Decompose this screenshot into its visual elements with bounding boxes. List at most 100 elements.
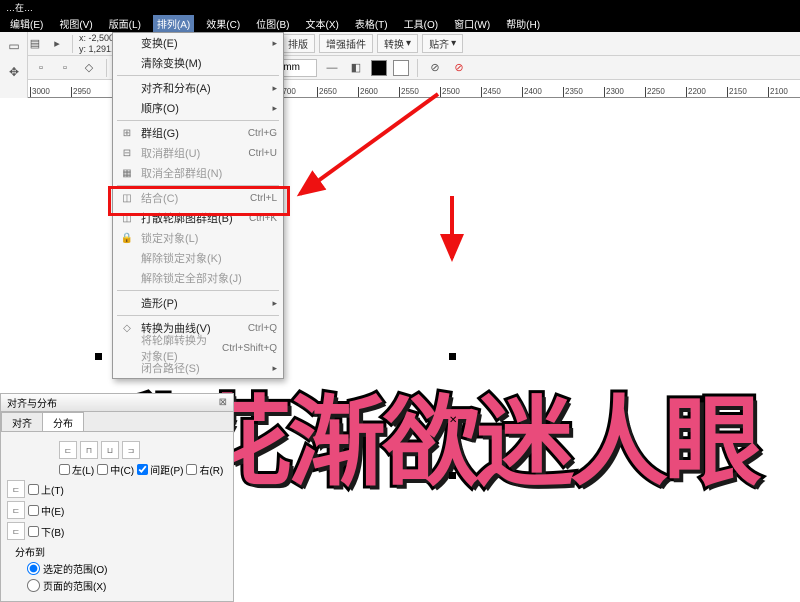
menu-item-label: 群组(G) — [141, 125, 242, 141]
tab-align[interactable]: 对齐 — [1, 412, 43, 431]
menu-item-label: 锁定对象(L) — [141, 230, 277, 246]
submenu-arrow-icon: ▸ — [272, 38, 277, 49]
handle-nw[interactable] — [95, 353, 102, 360]
distribute-scope-radio[interactable]: 选定的范围(O) — [27, 561, 227, 576]
handle-s[interactable] — [449, 472, 456, 479]
menu-工具(O)[interactable]: 工具(O) — [400, 15, 442, 32]
menu-item-shortcut: Ctrl+U — [248, 148, 277, 159]
layout-button[interactable]: 排版 — [281, 34, 315, 53]
menu-item-icon: ◇ — [119, 323, 135, 334]
menu-item[interactable]: ⊞ 群组(G) Ctrl+G — [113, 123, 283, 143]
convert-button[interactable]: 转换 ▾ — [377, 34, 418, 53]
style-icon[interactable]: — — [323, 59, 341, 77]
dist-check[interactable]: 上(T) — [28, 482, 64, 497]
handle-center[interactable]: ✕ — [449, 415, 456, 422]
snapto-button[interactable]: 贴齐 ▾ — [422, 34, 463, 53]
separator — [417, 59, 418, 77]
menu-排列(A)[interactable]: 排列(A) — [153, 15, 194, 32]
menu-item-label: 取消全部群组(N) — [141, 165, 277, 181]
menu-item-label: 造形(P) — [141, 295, 266, 311]
menu-separator — [117, 185, 279, 186]
menu-版面(L)[interactable]: 版面(L) — [105, 15, 145, 32]
handle-n[interactable] — [449, 353, 456, 360]
pick-tool[interactable]: ▭ — [2, 34, 26, 58]
menu-item-label: 清除变换(M) — [141, 55, 277, 71]
menu-item-shortcut: Ctrl+L — [250, 193, 277, 204]
dist-check[interactable]: 中(C) — [97, 462, 134, 477]
open-icon[interactable]: ▤ — [26, 35, 44, 53]
menu-item-label: 取消群组(U) — [141, 145, 242, 161]
menu-效果(C)[interactable]: 效果(C) — [202, 15, 244, 32]
radio[interactable] — [27, 579, 40, 592]
arrow-icon[interactable]: ▸ — [48, 35, 66, 53]
menu-窗口(W)[interactable]: 窗口(W) — [450, 15, 494, 32]
color-swatch-white[interactable] — [393, 60, 409, 76]
panel-body: ⊏ ⊓ ⊔ ⊐ 左(L)中(C)间距(P)右(R) ⊏ 上(T)⊏ 中(E)⊏ … — [1, 432, 233, 601]
menu-编辑(E)[interactable]: 编辑(E) — [6, 15, 47, 32]
menu-item-shortcut: Ctrl+G — [248, 128, 277, 139]
menu-item-label: 解除锁定对象(K) — [141, 250, 277, 266]
ruler-tick: 2150 — [727, 87, 747, 97]
distribute-scope-radio[interactable]: 页面的范围(X) — [27, 578, 227, 593]
menu-文本(X)[interactable]: 文本(X) — [302, 15, 343, 32]
panel-tabs: 对齐 分布 — [1, 412, 233, 432]
checkbox[interactable] — [137, 464, 148, 475]
menu-item-icon: ◫ — [119, 193, 135, 204]
menu-item[interactable]: 顺序(O) ▸ — [113, 98, 283, 118]
menu-表格(T)[interactable]: 表格(T) — [351, 15, 392, 32]
stop-icon[interactable]: ⊘ — [450, 59, 468, 77]
menu-item-label: 解除锁定全部对象(J) — [141, 270, 277, 286]
separator — [72, 35, 73, 53]
align-center-icon[interactable]: ▫ — [32, 59, 50, 77]
dist-hgap-icon[interactable]: ⊔ — [101, 441, 119, 459]
menu-item-shortcut: Ctrl+Q — [248, 323, 277, 334]
menu-item-label: 对齐和分布(A) — [141, 80, 266, 96]
dist-check[interactable]: 右(R) — [186, 462, 223, 477]
align-right-icon[interactable]: ▫ — [56, 59, 74, 77]
checkbox[interactable] — [28, 484, 39, 495]
menu-item-shortcut: Ctrl+K — [249, 213, 277, 224]
palette-icon[interactable]: ◧ — [347, 59, 365, 77]
ruler-tick: 2400 — [522, 87, 542, 97]
checkbox[interactable] — [97, 464, 108, 475]
tab-distribute[interactable]: 分布 — [42, 412, 84, 431]
menu-帮助(H)[interactable]: 帮助(H) — [502, 15, 544, 32]
none-icon[interactable]: ⊘ — [426, 59, 444, 77]
dist-v-icon[interactable]: ⊏ — [7, 501, 25, 519]
menu-视图(V)[interactable]: 视图(V) — [55, 15, 96, 32]
submenu-arrow-icon: ▸ — [272, 83, 277, 94]
dist-check[interactable]: 中(E) — [28, 503, 64, 518]
color-swatch-black[interactable] — [371, 60, 387, 76]
menu-separator — [117, 120, 279, 121]
plugin-button[interactable]: 增强插件 — [319, 34, 373, 53]
close-icon[interactable]: ⊠ — [219, 397, 227, 408]
checkbox[interactable] — [28, 505, 39, 516]
dist-check[interactable]: 间距(P) — [137, 462, 183, 477]
dist-v-icon[interactable]: ⊏ — [7, 522, 25, 540]
menu-separator — [117, 290, 279, 291]
checkbox[interactable] — [186, 464, 197, 475]
menu-item[interactable]: ◫ 打散轮廓图群组(B) Ctrl+K — [113, 208, 283, 228]
panel-header[interactable]: 对齐与分布 ⊠ — [1, 394, 233, 412]
menu-item[interactable]: 对齐和分布(A) ▸ — [113, 78, 283, 98]
separator — [106, 59, 107, 77]
pan-tool[interactable]: ✥ — [2, 60, 26, 84]
dist-right-icon[interactable]: ⊐ — [122, 441, 140, 459]
menu-item[interactable]: 清除变换(M) — [113, 53, 283, 73]
menu-item[interactable]: 造形(P) ▸ — [113, 293, 283, 313]
menu-位图(B)[interactable]: 位图(B) — [252, 15, 293, 32]
dist-check[interactable]: 下(B) — [28, 524, 64, 539]
dist-check[interactable]: 左(L) — [59, 462, 94, 477]
outline-icon[interactable]: ◇ — [80, 59, 98, 77]
dist-v-icon[interactable]: ⊏ — [7, 480, 25, 498]
menu-item-shortcut: Ctrl+Shift+Q — [222, 343, 277, 354]
dist-hcenter-icon[interactable]: ⊓ — [80, 441, 98, 459]
dist-left-icon[interactable]: ⊏ — [59, 441, 77, 459]
submenu-arrow-icon: ▸ — [272, 103, 277, 114]
radio[interactable] — [27, 562, 40, 575]
ruler-tick: 2250 — [645, 87, 665, 97]
checkbox[interactable] — [59, 464, 70, 475]
checkbox[interactable] — [28, 526, 39, 537]
menu-item[interactable]: 变换(E) ▸ — [113, 33, 283, 53]
menu-item-icon: ▦ — [119, 168, 135, 179]
